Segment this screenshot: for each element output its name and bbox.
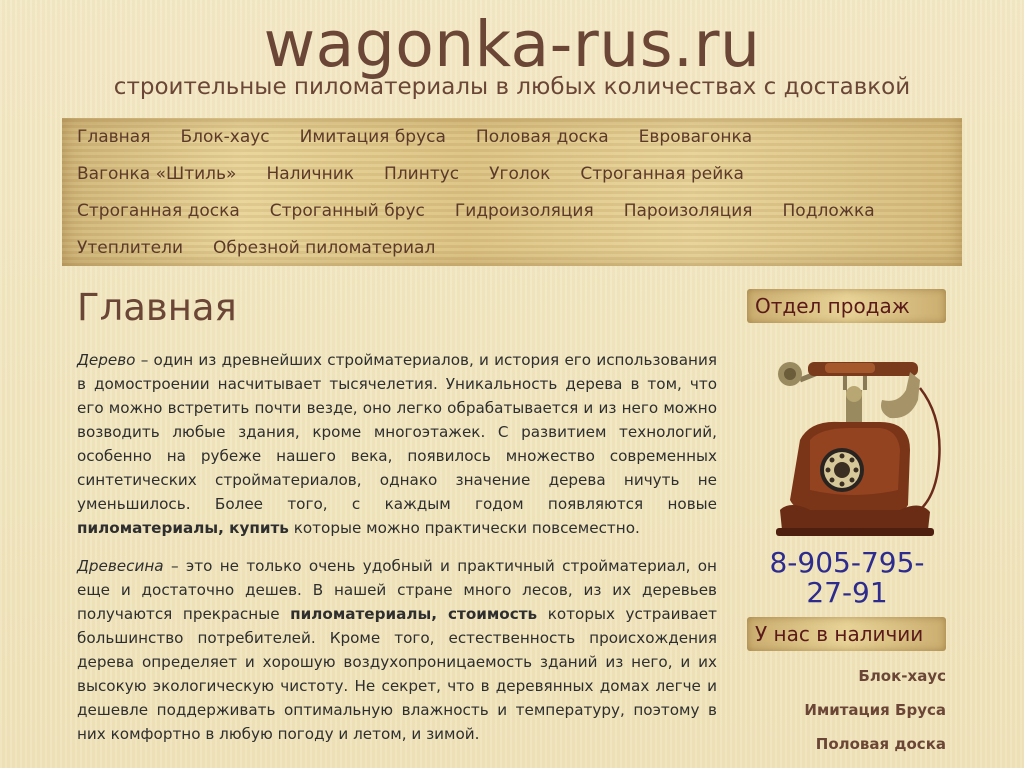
paragraph-2: Древесина – это не только очень удобный … <box>77 554 717 746</box>
main-navigation: Главная Блок-хаус Имитация бруса Половая… <box>62 118 962 266</box>
nav-item-casing[interactable]: Наличник <box>266 164 354 184</box>
nav-item-planed-beam[interactable]: Строганный брус <box>270 201 425 221</box>
stock-link-floor-board[interactable]: Половая доска <box>816 735 946 753</box>
paragraph-1: Дерево – один из древнейших стройматериа… <box>77 348 717 540</box>
stock-link-imitation-timber[interactable]: Имитация Бруса <box>804 701 946 719</box>
nav-item-corner[interactable]: Уголок <box>489 164 550 184</box>
sales-widget-title: Отдел продаж <box>747 289 946 323</box>
nav-item-block-house[interactable]: Блок-хаус <box>180 127 269 147</box>
nav-item-plinth[interactable]: Плинтус <box>384 164 459 184</box>
nav-item-edged-lumber[interactable]: Обрезной пиломатериал <box>213 238 435 258</box>
paragraph-1-text-b: которые можно практически повсеместно. <box>288 519 640 537</box>
paragraph-1-text-a: – один из древнейших стройматериалов, и … <box>77 351 717 513</box>
sales-phone-number[interactable]: 8-905-795- 27-91 <box>757 546 937 609</box>
nav-row-2: Вагонка «Штиль» Наличник Плинтус Уголок … <box>77 155 774 192</box>
nav-row-4: Утеплители Обрезной пиломатериал <box>77 229 465 266</box>
nav-item-planed-board[interactable]: Строганная доска <box>77 201 240 221</box>
site-title[interactable]: wagonka-rus.ru <box>0 8 1024 82</box>
stock-link-block-house[interactable]: Блок-хаус <box>858 667 946 685</box>
stock-widget-title: У нас в наличии <box>747 617 946 651</box>
nav-item-planed-rail[interactable]: Строганная рейка <box>580 164 744 184</box>
nav-row-1: Главная Блок-хаус Имитация бруса Половая… <box>77 118 782 155</box>
paragraph-1-lead: Дерево <box>77 351 136 369</box>
paragraph-2-bold: пиломатериалы, стоимость <box>290 605 538 623</box>
paragraph-2-text-b: которых устраивает большинство потребите… <box>77 605 717 743</box>
nav-item-underlay[interactable]: Подложка <box>783 201 875 221</box>
phone-number-line-1: 8-905-795- <box>769 546 925 579</box>
phone-number-line-2: 27-91 <box>806 576 888 609</box>
nav-row-3: Строганная доска Строганный брус Гидроиз… <box>77 192 905 229</box>
main-content: Дерево – один из древнейших стройматериа… <box>77 348 717 760</box>
nav-item-imitation-timber[interactable]: Имитация бруса <box>300 127 446 147</box>
paragraph-1-bold: пиломатериалы, купить <box>77 519 289 537</box>
page-title: Главная <box>77 286 237 329</box>
nav-item-vapor-barrier[interactable]: Пароизоляция <box>624 201 753 221</box>
paragraph-2-lead: Древесина <box>77 557 164 575</box>
site-tagline: строительные пиломатериалы в любых колич… <box>113 74 911 100</box>
nav-item-eurolining[interactable]: Евровагонка <box>639 127 753 147</box>
nav-item-lining-shtil[interactable]: Вагонка «Штиль» <box>77 164 236 184</box>
nav-item-floor-board[interactable]: Половая доска <box>476 127 609 147</box>
nav-item-insulation[interactable]: Утеплители <box>77 238 183 258</box>
nav-item-home[interactable]: Главная <box>77 127 150 147</box>
nav-item-waterproofing[interactable]: Гидроизоляция <box>455 201 594 221</box>
antique-telephone-icon <box>776 362 941 536</box>
